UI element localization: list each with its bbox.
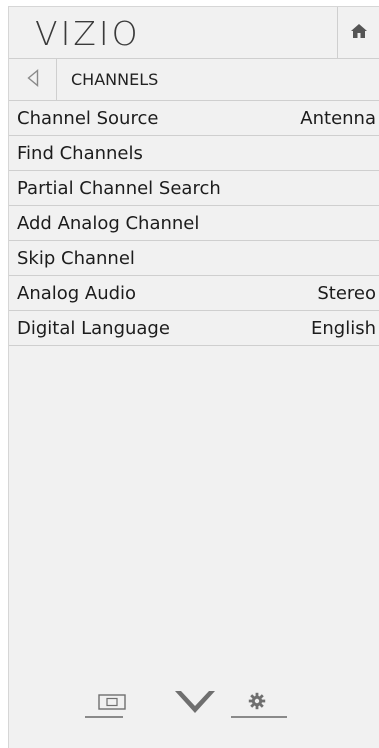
nav-underline <box>85 716 123 718</box>
menu-item-value: Stereo <box>317 283 376 304</box>
menu-item-channel-source[interactable]: Channel Source Antenna <box>9 101 379 136</box>
menu-item-find-channels[interactable]: Find Channels <box>9 136 379 171</box>
back-button[interactable] <box>9 59 57 101</box>
menu-item-label: Skip Channel <box>17 248 135 269</box>
home-icon <box>350 23 368 43</box>
breadcrumb: CHANNELS <box>9 59 379 101</box>
back-triangle-icon <box>26 69 39 91</box>
menu-item-label: Partial Channel Search <box>17 178 221 199</box>
menu-item-label: Add Analog Channel <box>17 213 200 234</box>
nav-underline <box>231 716 287 718</box>
vizio-logo: VIZIO <box>35 14 141 53</box>
channels-menu: Channel Source Antenna Find Channels Par… <box>9 101 379 346</box>
breadcrumb-title: CHANNELS <box>71 70 159 89</box>
home-button[interactable] <box>337 7 379 59</box>
menu-item-value: Antenna <box>300 108 376 129</box>
gear-icon[interactable] <box>245 689 269 713</box>
vizio-v-icon[interactable] <box>172 687 218 717</box>
bottom-nav <box>9 685 379 725</box>
settings-panel: VIZIO CHANNELS Channel Source Antenna Fi… <box>8 6 379 748</box>
menu-item-skip-channel[interactable]: Skip Channel <box>9 241 379 276</box>
menu-item-value: English <box>311 318 376 339</box>
menu-item-label: Find Channels <box>17 143 143 164</box>
menu-item-digital-language[interactable]: Digital Language English <box>9 311 379 346</box>
header: VIZIO <box>9 7 379 59</box>
menu-item-analog-audio[interactable]: Analog Audio Stereo <box>9 276 379 311</box>
menu-item-label: Analog Audio <box>17 283 137 304</box>
wide-screen-icon[interactable] <box>97 691 127 713</box>
menu-item-label: Channel Source <box>17 108 159 129</box>
menu-item-label: Digital Language <box>17 318 170 339</box>
menu-item-partial-channel-search[interactable]: Partial Channel Search <box>9 171 379 206</box>
menu-item-add-analog-channel[interactable]: Add Analog Channel <box>9 206 379 241</box>
